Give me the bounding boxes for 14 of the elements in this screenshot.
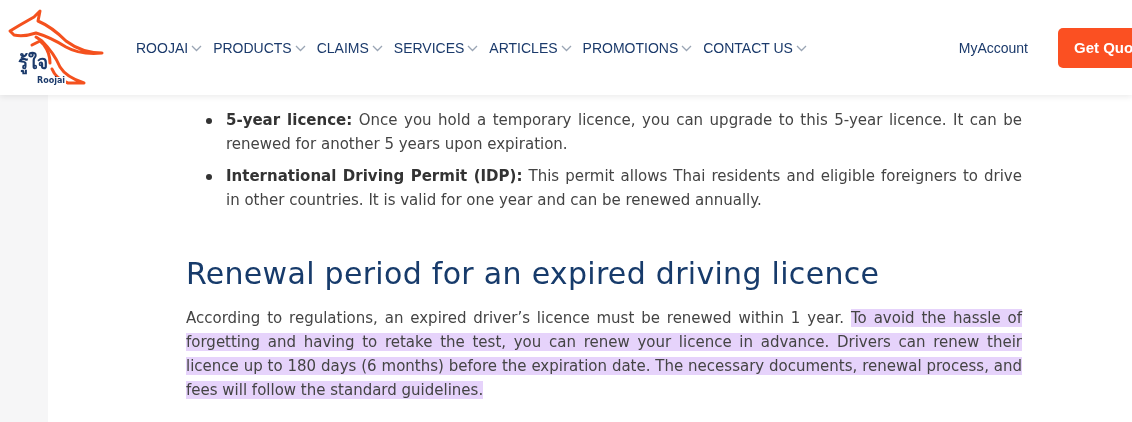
bullet-text: International Driving Permit (IDP): This permit allows Thai residents and eligible foreigners to drive in other countries. It is valid for one year and can be renewed annually. [226, 166, 1022, 211]
logo[interactable]: รู้ใจ Roojai [6, 4, 110, 91]
nav-menu-item[interactable]: PROMOTIONS [582, 39, 693, 56]
logo-subtext: Roojai [36, 76, 67, 85]
nav-menu-item[interactable]: CLAIMS [316, 39, 383, 56]
nav-menu-item[interactable]: ARTICLES [489, 39, 572, 56]
nav-menu-item[interactable]: CONTACT US [703, 39, 807, 56]
nav-menu-item[interactable]: ROOJAI [136, 39, 203, 56]
my-account-link[interactable]: MyAccount [958, 39, 1028, 56]
paragraph: According to regulations, an expired driver’s licence must be renewed within 1 year. To avoid the hassle of forgetting and having to retake the test, you can renew your licence in advance. Drivers can renew their licence up to 180 days (6 months) before the expiration date. The necessary documents, renewal process, and fees will follow the standard guidelines. [186, 308, 1022, 401]
section-heading: Renewal period for an expired driving licence [186, 256, 881, 292]
nav-menu-item[interactable]: PRODUCTS [213, 39, 306, 56]
nav-menu-item[interactable]: SERVICES [393, 39, 479, 56]
bullet-text: 5-year licence: Once you hold a temporary licence, you can upgrade to this 5-year licence. It can be renewed for another 5 years upon expiration. [226, 110, 1022, 155]
